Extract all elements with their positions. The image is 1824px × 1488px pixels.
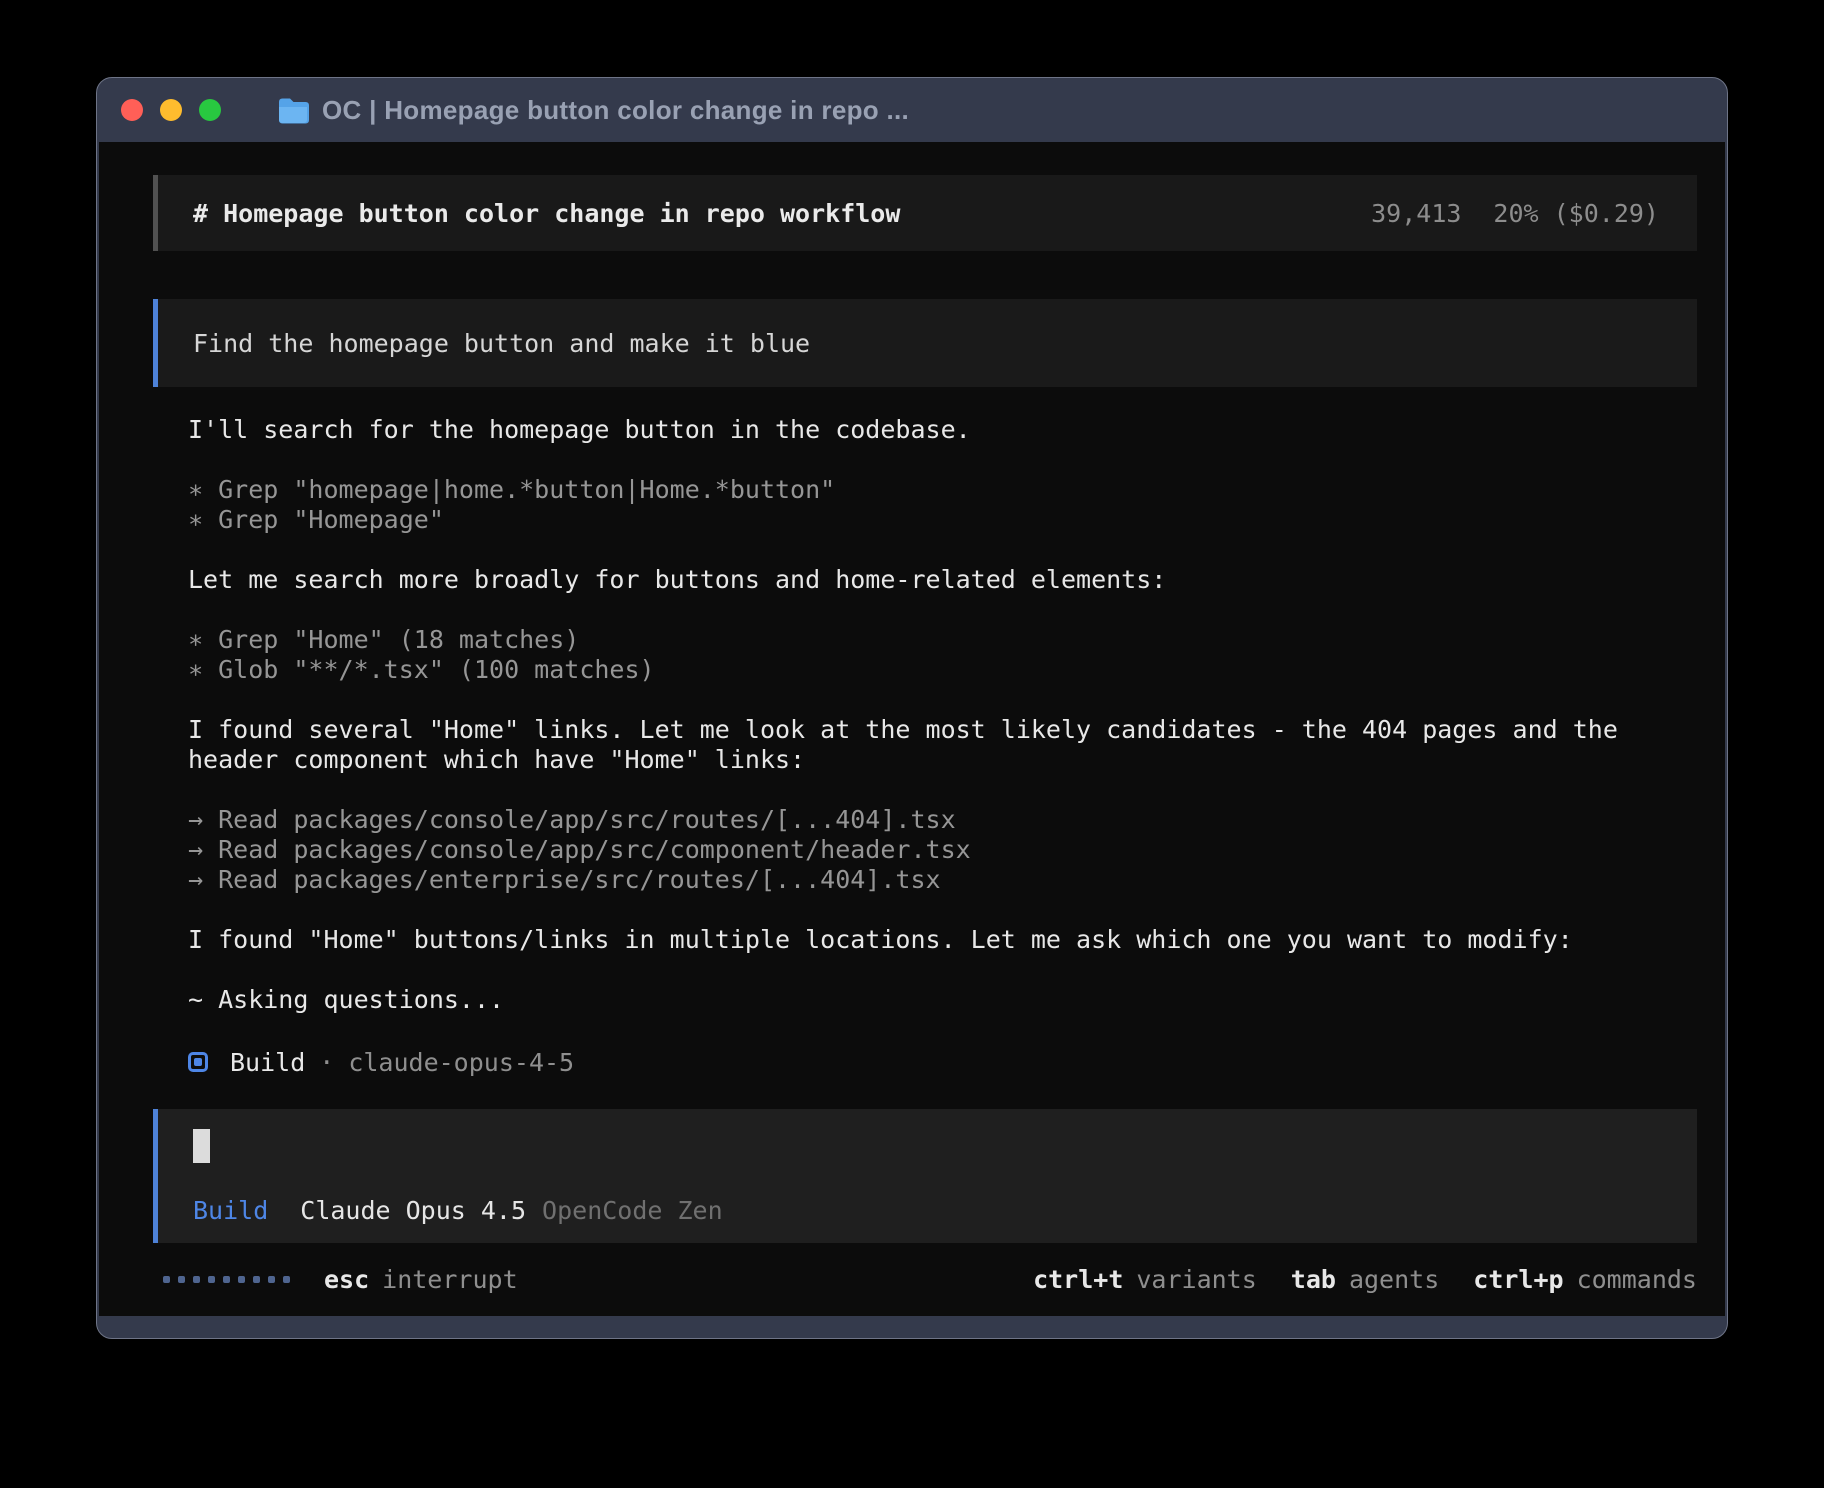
transcript-line: ~ Asking questions... <box>188 985 1697 1015</box>
transcript-line: I'll search for the homepage button in t… <box>188 415 1697 445</box>
traffic-lights <box>121 99 221 121</box>
input-agent-label[interactable]: Build <box>193 1196 268 1225</box>
spinner-dot <box>283 1276 290 1283</box>
transcript-line: ∗ Grep "homepage|home.*button|Home.*butt… <box>188 475 1697 505</box>
transcript-line: → Read packages/enterprise/src/routes/[.… <box>188 865 1697 895</box>
transcript-line: header component which have "Home" links… <box>188 745 1697 775</box>
token-count: 39,413 <box>1371 199 1461 228</box>
terminal-window: OC | Homepage button color change in rep… <box>96 77 1728 1339</box>
titlebar: OC | Homepage button color change in rep… <box>97 78 1727 142</box>
spinner-dot <box>193 1276 200 1283</box>
separator-dot: · <box>319 1048 334 1077</box>
transcript-line <box>188 685 1697 715</box>
session-title: # Homepage button color change in repo w… <box>193 199 1371 228</box>
session-stats: 39,413 20% ($0.29) <box>1371 199 1659 228</box>
window-title: OC | Homepage button color change in rep… <box>322 95 909 126</box>
terminal-content: # Homepage button color change in repo w… <box>99 142 1725 1316</box>
user-message-text: Find the homepage button and make it blu… <box>193 329 810 358</box>
transcript-line: ∗ Grep "Home" (18 matches) <box>188 625 1697 655</box>
transcript-line <box>188 895 1697 925</box>
spinner-dot <box>208 1276 215 1283</box>
hint-agents: tab agents <box>1291 1265 1439 1294</box>
transcript-line: → Read packages/console/app/src/routes/[… <box>188 805 1697 835</box>
agent-name: Build <box>230 1048 305 1077</box>
keyboard-hints: ctrl+t variants tab agents ctrl+p comman… <box>1033 1265 1697 1294</box>
input-model-label: Claude Opus 4.5 <box>300 1196 526 1225</box>
input-provider-label: OpenCode Zen <box>542 1196 723 1225</box>
transcript-line: I found several "Home" links. Let me loo… <box>188 715 1697 745</box>
agent-model: claude-opus-4-5 <box>348 1048 574 1077</box>
esc-key-label: esc <box>324 1265 369 1294</box>
build-agent-icon <box>188 1052 208 1072</box>
user-message: Find the homepage button and make it blu… <box>153 299 1697 387</box>
folder-icon <box>277 97 309 124</box>
zoom-button[interactable] <box>199 99 221 121</box>
input-meta-row: Build Claude Opus 4.5 OpenCode Zen <box>193 1196 1662 1225</box>
statusbar: esc interrupt ctrl+t variants tab agents… <box>153 1265 1697 1294</box>
hint-commands: ctrl+p commands <box>1473 1265 1697 1294</box>
spinner-dot <box>268 1276 275 1283</box>
close-button[interactable] <box>121 99 143 121</box>
assistant-transcript: I'll search for the homepage button in t… <box>188 415 1697 1015</box>
commands-label: commands <box>1577 1265 1697 1294</box>
transcript-line <box>188 595 1697 625</box>
agents-label: agents <box>1349 1265 1439 1294</box>
transcript-line: I found "Home" buttons/links in multiple… <box>188 925 1697 955</box>
spinner-dot <box>253 1276 260 1283</box>
spinner-dot <box>178 1276 185 1283</box>
spinner-dot <box>223 1276 230 1283</box>
esc-action-label: interrupt <box>382 1265 517 1294</box>
prompt-input[interactable]: Build Claude Opus 4.5 OpenCode Zen <box>153 1109 1697 1243</box>
spinner-dot <box>163 1276 170 1283</box>
variants-label: variants <box>1136 1265 1256 1294</box>
transcript-line <box>188 955 1697 985</box>
tab-key: tab <box>1291 1265 1336 1294</box>
context-usage: 20% ($0.29) <box>1493 199 1659 228</box>
titlebar-title-group: OC | Homepage button color change in rep… <box>277 95 909 126</box>
transcript-line: ∗ Glob "**/*.tsx" (100 matches) <box>188 655 1697 685</box>
working-spinner-dots <box>163 1276 290 1283</box>
ctrl-p-key: ctrl+p <box>1473 1265 1563 1294</box>
spinner-dot <box>238 1276 245 1283</box>
text-cursor <box>193 1129 210 1163</box>
agent-status-line: Build · claude-opus-4-5 <box>188 1045 1697 1079</box>
transcript-line: ∗ Grep "Homepage" <box>188 505 1697 535</box>
transcript-line <box>188 535 1697 565</box>
session-header: # Homepage button color change in repo w… <box>153 175 1697 251</box>
hint-variants: ctrl+t variants <box>1033 1265 1257 1294</box>
minimize-button[interactable] <box>160 99 182 121</box>
ctrl-t-key: ctrl+t <box>1033 1265 1123 1294</box>
transcript-line <box>188 775 1697 805</box>
transcript-line <box>188 445 1697 475</box>
transcript-line: → Read packages/console/app/src/componen… <box>188 835 1697 865</box>
transcript-line: Let me search more broadly for buttons a… <box>188 565 1697 595</box>
